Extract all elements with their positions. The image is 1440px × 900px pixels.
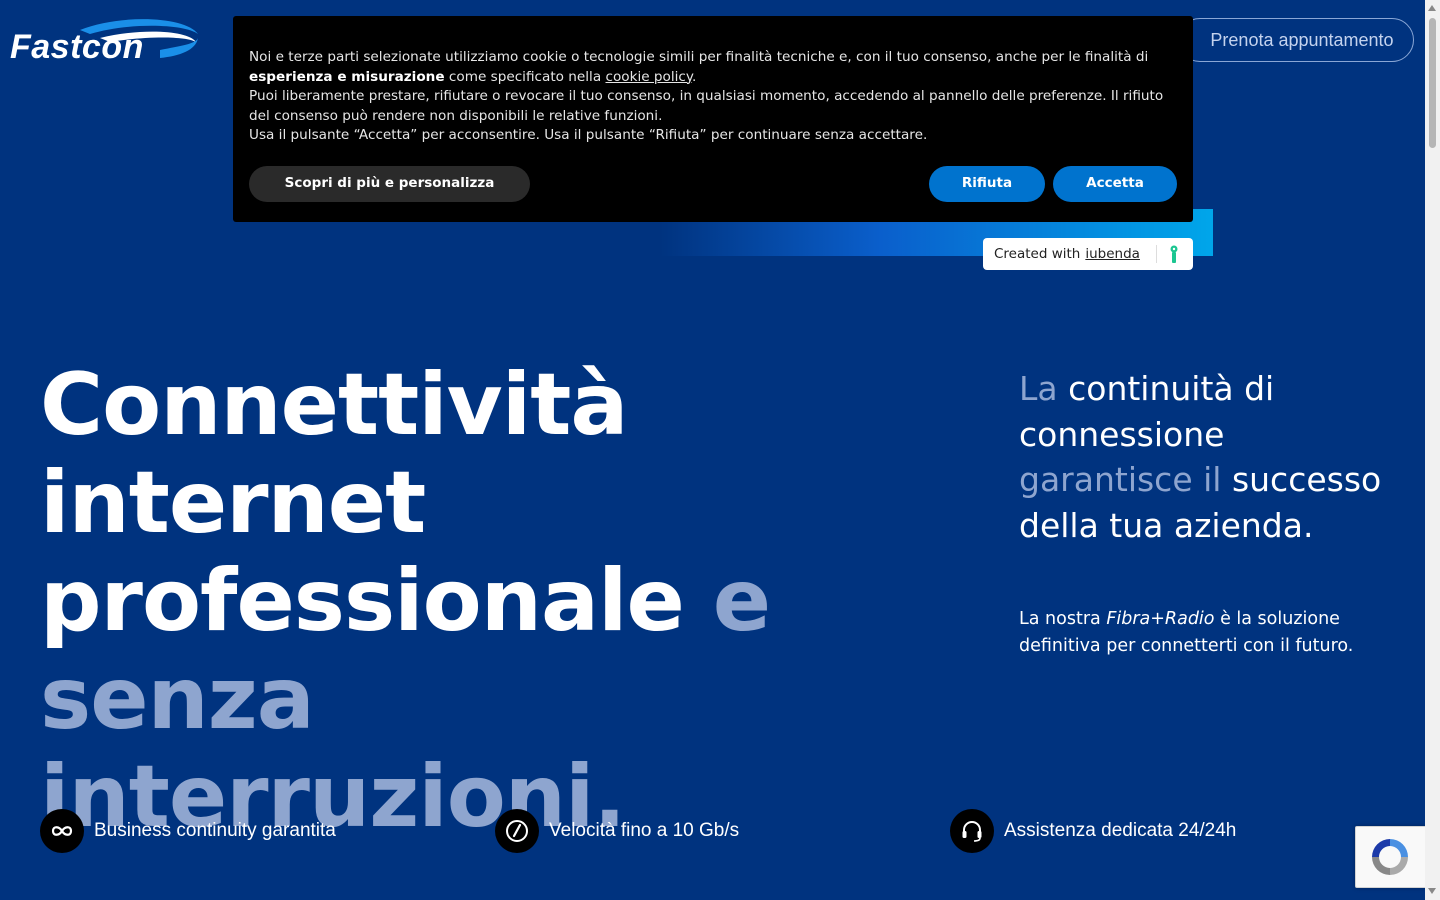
iubenda-link[interactable]: iubenda	[1085, 246, 1140, 262]
cookie-text-part4: Usa il pulsante “Accetta” per acconsenti…	[249, 127, 928, 143]
hero-title-line1: Connettività internet	[40, 355, 628, 553]
fastcon-logo[interactable]: Fastcon	[10, 16, 202, 68]
speedometer-icon	[495, 809, 539, 853]
side-muted-1: La	[1019, 369, 1058, 408]
side-muted-2: garantisce il	[1019, 460, 1222, 499]
side-white-1: continuità di connessione	[1019, 369, 1275, 454]
customize-button[interactable]: Scopri di più e personalizza	[249, 166, 530, 202]
recaptcha-icon	[1372, 839, 1408, 875]
feature-label: Velocità fino a 10 Gb/s	[549, 820, 740, 841]
hero-subtitle: La nostra Fibra+Radio è la soluzione def…	[1019, 606, 1399, 660]
hero-side-text: La continuità di connessione garantisce …	[1019, 366, 1399, 548]
headset-icon	[950, 809, 994, 853]
infinity-icon	[40, 809, 84, 853]
hero-title: Connettività internet professionale e se…	[40, 356, 1000, 846]
reject-button[interactable]: Rifiuta	[929, 166, 1045, 202]
iubenda-icon	[1170, 245, 1178, 263]
credit-divider	[1156, 245, 1157, 263]
feature-business-continuity: Business continuity garantita	[40, 809, 336, 853]
feature-assistance: Assistenza dedicata 24/24h	[950, 809, 1236, 853]
cookie-text: Noi e terze parti selezionate utilizziam…	[249, 49, 1164, 143]
cookie-policy-link[interactable]: cookie policy	[605, 69, 692, 85]
sub-italic: Fibra+Radio	[1106, 609, 1215, 629]
cookie-text-part2: come specificato nella	[448, 68, 602, 85]
cookie-banner: Noi e terze parti selezionate utilizziam…	[233, 16, 1193, 222]
iubenda-credit[interactable]: Created with iubenda	[983, 238, 1193, 270]
scrollbar-thumb[interactable]	[1429, 18, 1436, 148]
hero-title-line2: professionale	[40, 551, 685, 651]
page-scrollbar[interactable]	[1425, 0, 1440, 900]
book-appointment-button[interactable]: Prenota appuntamento	[1178, 18, 1414, 62]
credit-prefix: Created with	[994, 246, 1081, 262]
scroll-down-arrow-icon[interactable]	[1428, 888, 1436, 894]
scroll-up-arrow-icon[interactable]	[1428, 5, 1436, 11]
feature-label: Business continuity garantita	[94, 820, 336, 841]
feature-speed: Velocità fino a 10 Gb/s	[495, 809, 739, 853]
accept-button[interactable]: Accetta	[1053, 166, 1177, 202]
recaptcha-badge[interactable]	[1355, 826, 1427, 888]
sub-prefix: La nostra	[1019, 609, 1101, 629]
feature-label: Assistenza dedicata 24/24h	[1004, 820, 1237, 841]
cookie-text-part1: Noi e terze parti selezionate utilizziam…	[249, 49, 1149, 65]
cookie-text-part3: Puoi liberamente prestare, rifiutare o r…	[249, 88, 1164, 124]
logo-text: Fastcon	[10, 28, 144, 66]
cookie-text-bold: esperienza e misurazione	[249, 68, 445, 85]
